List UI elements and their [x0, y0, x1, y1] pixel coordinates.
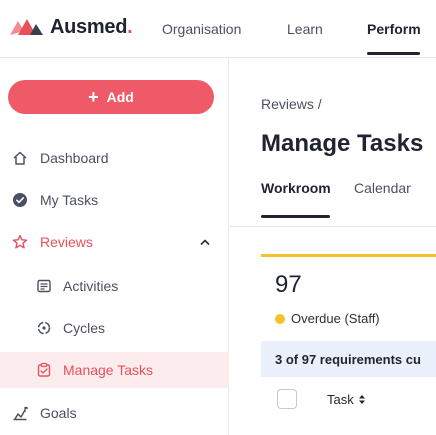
tab-calendar[interactable]: Calendar: [354, 180, 411, 196]
chevron-up-icon[interactable]: [199, 236, 211, 248]
sidebar-item-dashboard[interactable]: Dashboard: [0, 140, 229, 176]
home-icon: [12, 150, 28, 166]
ausmed-logo-icon: [10, 19, 43, 35]
cycle-icon: [36, 320, 52, 336]
overdue-dot-icon: [275, 313, 285, 324]
page-title: Manage Tasks: [261, 130, 424, 157]
status-badge: Overdue (Staff): [275, 311, 380, 326]
sort-icon: [358, 394, 366, 405]
sidebar-item-reviews[interactable]: Reviews: [0, 224, 229, 260]
task-count: 97: [275, 271, 302, 298]
sidebar: + Add Dashboard My Tasks Reviews Activit…: [0, 58, 229, 435]
sidebar-item-manage-tasks[interactable]: Manage Tasks: [0, 352, 229, 388]
sidebar-item-cycles[interactable]: Cycles: [0, 310, 229, 346]
table-header: Task: [261, 381, 436, 417]
brand-name: Ausmed.: [50, 15, 133, 38]
check-circle-icon: [12, 192, 28, 208]
tab-workroom[interactable]: Workroom: [261, 180, 331, 196]
tabs-divider: [230, 226, 436, 227]
goal-icon: [12, 405, 28, 421]
top-bar: Ausmed. Organisation Learn Perform: [0, 0, 436, 58]
tab-active-indicator: [261, 215, 330, 218]
requirements-summary: 3 of 97 requirements cu: [261, 341, 436, 377]
plus-icon: +: [88, 87, 99, 107]
activity-icon: [36, 278, 52, 294]
select-all-checkbox[interactable]: [277, 389, 297, 409]
topnav-active-indicator: [367, 52, 420, 55]
add-button[interactable]: + Add: [8, 80, 214, 114]
breadcrumb[interactable]: Reviews /: [261, 96, 322, 112]
sidebar-item-activities[interactable]: Activities: [0, 268, 229, 304]
sidebar-item-my-tasks[interactable]: My Tasks: [0, 182, 229, 218]
column-header-task[interactable]: Task: [327, 392, 366, 407]
topnav-learn[interactable]: Learn: [287, 0, 323, 58]
topnav-organisation[interactable]: Organisation: [162, 0, 241, 58]
main-content: Reviews / Manage Tasks Workroom Calendar…: [230, 58, 436, 435]
ausmed-logo[interactable]: Ausmed.: [10, 14, 133, 40]
star-icon: [12, 234, 28, 250]
sidebar-item-goals[interactable]: Goals: [0, 395, 229, 431]
topnav-perform[interactable]: Perform: [367, 0, 421, 58]
overdue-panel: 97 Overdue (Staff) 3 of 97 requirements …: [261, 254, 436, 435]
clipboard-icon: [36, 362, 52, 378]
